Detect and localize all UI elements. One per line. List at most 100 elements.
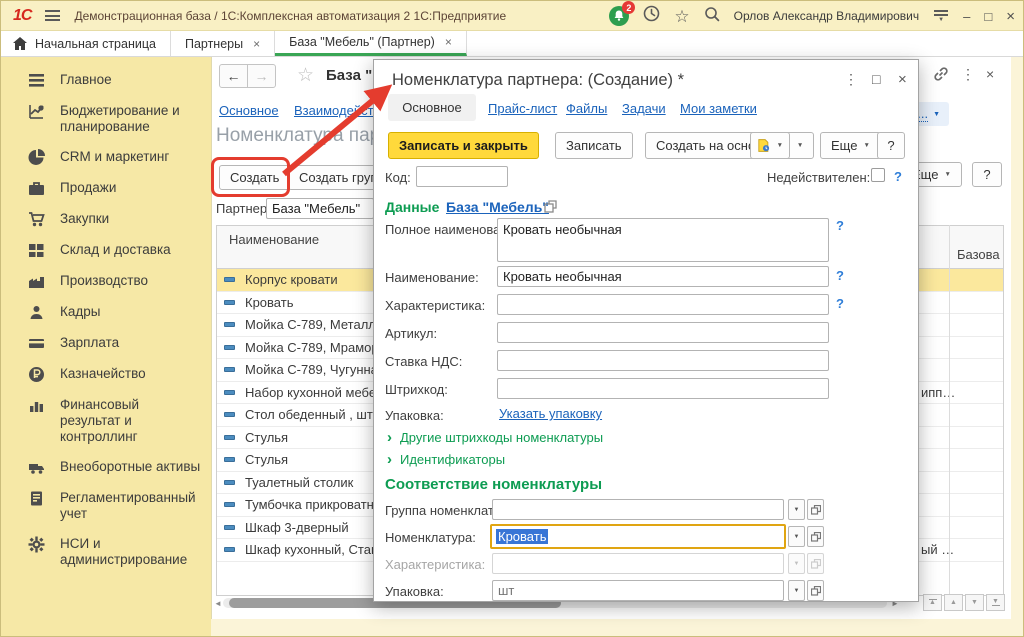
sidebar-item-production[interactable]: Производство xyxy=(1,266,211,297)
list-window-close-icon[interactable]: × xyxy=(986,66,994,82)
code-input[interactable] xyxy=(416,166,508,187)
dialog-maximize-icon[interactable]: □ xyxy=(872,71,880,87)
scroll-left-icon[interactable]: ◄ xyxy=(214,599,222,608)
minimize-button[interactable]: – xyxy=(963,9,970,24)
name-input[interactable] xyxy=(497,266,829,287)
sidebar-item-salary[interactable]: Зарплата xyxy=(1,328,211,359)
dialog-tab-main[interactable]: Основное xyxy=(388,94,476,121)
column-base-unit[interactable]: Базова xyxy=(957,247,1000,262)
search-icon[interactable] xyxy=(704,6,720,27)
nomenclature-combo[interactable]: Кровать xyxy=(490,524,786,549)
matching-packaging-label: Упаковка: xyxy=(385,584,444,599)
go-up-button[interactable]: ▲ xyxy=(944,594,963,611)
go-last-button[interactable]: ▼ xyxy=(986,594,1005,611)
maximize-button[interactable]: □ xyxy=(984,9,992,24)
item-icon xyxy=(224,390,235,395)
barcode-input[interactable] xyxy=(497,378,829,399)
sidebar-item-warehouse[interactable]: Склад и доставка xyxy=(1,235,211,266)
item-icon xyxy=(224,457,235,462)
nomenclature-group-dropdown[interactable]: ▼ xyxy=(788,499,805,520)
menu-lines-icon xyxy=(28,72,45,89)
save-and-close-button[interactable]: Записать и закрыть xyxy=(388,132,539,159)
current-user[interactable]: Орлов Александр Владимирович xyxy=(734,9,920,23)
warehouse-grid-icon xyxy=(28,242,45,259)
close-button[interactable]: × xyxy=(1006,8,1015,25)
matching-characteristic-label: Характеристика: xyxy=(385,557,485,572)
bar-chart-icon xyxy=(28,397,45,414)
notifications-bell-icon[interactable]: 2 xyxy=(609,6,629,26)
nav-link-main[interactable]: Основное xyxy=(219,103,279,118)
favorite-star-icon[interactable]: ☆ xyxy=(297,64,314,87)
matching-packaging-dropdown[interactable]: ▼ xyxy=(788,580,805,601)
sidebar-item-main[interactable]: Главное xyxy=(1,65,211,96)
partner-filter-input[interactable] xyxy=(266,198,374,219)
sidebar-item-treasury[interactable]: Казначейство xyxy=(1,359,211,390)
service-settings-icon[interactable]: ▼ xyxy=(933,10,949,22)
dialog-tab-tasks[interactable]: Задачи xyxy=(622,101,666,116)
close-tab-icon[interactable]: × xyxy=(445,35,452,49)
sidebar-item-regulated-accounting[interactable]: Регламентированный учет xyxy=(1,483,211,529)
save-button[interactable]: Записать xyxy=(555,132,633,159)
sidebar-item-purchases[interactable]: Закупки xyxy=(1,204,211,235)
partner-nomenclature-create-dialog: Номенклатура партнера: (Создание) * ⋮ □ … xyxy=(373,59,919,602)
partner-link[interactable]: База "Мебель" xyxy=(446,199,549,215)
list-help-button[interactable]: ? xyxy=(972,162,1002,187)
history-icon[interactable] xyxy=(643,5,660,27)
matching-packaging-open[interactable] xyxy=(807,580,824,601)
go-first-button[interactable]: ▲ xyxy=(923,594,942,611)
go-down-button[interactable]: ▼ xyxy=(965,594,984,611)
nomenclature-dropdown[interactable]: ▼ xyxy=(788,526,805,547)
article-input[interactable] xyxy=(497,322,829,343)
list-window-menu-icon[interactable]: ⋮ xyxy=(961,66,975,83)
nomenclature-open[interactable] xyxy=(807,526,824,547)
matching-packaging-input[interactable] xyxy=(492,580,784,601)
tab-home[interactable]: Начальная страница xyxy=(1,31,171,56)
characteristic-help[interactable]: ? xyxy=(836,296,844,311)
item-icon xyxy=(224,412,235,417)
attached-files-button[interactable]: ▼ xyxy=(750,132,790,159)
nomenclature-group-input[interactable] xyxy=(492,499,784,520)
sidebar-item-budgeting[interactable]: Бюджетирование и планирование xyxy=(1,96,211,142)
identifiers-expander[interactable]: › Идентификаторы xyxy=(387,452,505,467)
window-title: Демонстрационная база / 1С:Комплексная а… xyxy=(74,9,506,23)
sidebar-item-sales[interactable]: Продажи xyxy=(1,173,211,204)
main-menu-icon[interactable] xyxy=(45,10,60,21)
forward-button[interactable]: → xyxy=(247,64,276,88)
full-name-help[interactable]: ? xyxy=(836,218,844,233)
dialog-more-button[interactable]: Еще▼ xyxy=(820,132,881,159)
characteristic-input[interactable] xyxy=(497,294,829,315)
other-barcodes-expander[interactable]: › Другие штрихкоды номенклатуры xyxy=(387,430,603,445)
invalid-checkbox[interactable] xyxy=(871,168,885,182)
dialog-help-button[interactable]: ? xyxy=(877,132,905,159)
item-icon xyxy=(224,435,235,440)
column-name[interactable]: Наименование xyxy=(229,232,319,247)
open-partner-icon[interactable] xyxy=(544,200,557,218)
vat-input[interactable] xyxy=(497,350,829,371)
favorites-star-icon[interactable]: ☆ xyxy=(674,8,689,25)
sidebar-item-finance[interactable]: Финансовый результат и контроллинг xyxy=(1,390,211,452)
back-button[interactable]: ← xyxy=(219,64,248,88)
dialog-menu-icon[interactable]: ⋮ xyxy=(844,71,858,88)
tab-partners[interactable]: Партнеры × xyxy=(171,31,275,56)
get-link-icon[interactable] xyxy=(932,65,950,88)
specify-packaging-link[interactable]: Указать упаковку xyxy=(499,406,602,421)
item-icon xyxy=(224,525,235,530)
invalid-help[interactable]: ? xyxy=(894,169,902,184)
sidebar-item-nsi-administration[interactable]: НСИ и администрирование xyxy=(1,529,211,575)
full-name-textarea[interactable]: Кровать необычная xyxy=(497,218,829,262)
nomenclature-group-open[interactable] xyxy=(807,499,824,520)
item-icon xyxy=(224,480,235,485)
dialog-tab-my-notes[interactable]: Мои заметки xyxy=(680,101,757,116)
close-tab-icon[interactable]: × xyxy=(253,37,260,51)
cart-icon xyxy=(28,211,45,228)
tab-base-mebel[interactable]: База "Мебель" (Партнер) × xyxy=(275,31,467,56)
dialog-close-icon[interactable]: × xyxy=(898,71,907,88)
sidebar-item-assets[interactable]: Внеоборотные активы xyxy=(1,452,211,483)
characteristic-label: Характеристика: xyxy=(385,298,485,313)
name-help[interactable]: ? xyxy=(836,268,844,283)
dialog-tab-price-list[interactable]: Прайс-лист xyxy=(488,101,557,116)
sidebar-item-crm[interactable]: CRM и маркетинг xyxy=(1,142,211,173)
dialog-tab-files[interactable]: Файлы xyxy=(566,101,607,116)
truck-icon xyxy=(28,459,45,476)
sidebar-item-hr[interactable]: Кадры xyxy=(1,297,211,328)
